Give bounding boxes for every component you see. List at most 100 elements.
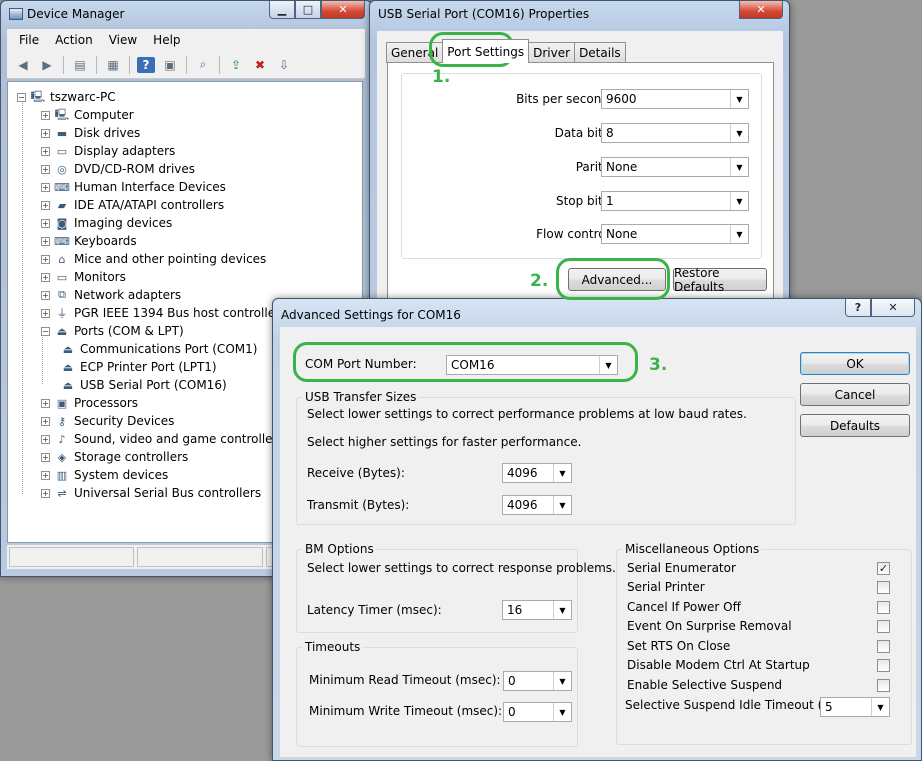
restore-defaults-button[interactable]: Restore Defaults (673, 266, 767, 294)
disk-icon: ▬ (56, 126, 68, 140)
tree-item-sound[interactable]: + ♪ Sound, video and game controllers (41, 430, 284, 448)
properties-caption-buttons: ✕ (739, 1, 783, 19)
close-button[interactable]: ✕ (739, 1, 783, 19)
tree-item-usb[interactable]: + ⇌ Universal Serial Bus controllers (41, 484, 261, 502)
stop-bits-select[interactable]: 1 ▼ (601, 191, 749, 211)
disable-icon[interactable]: ⇩ (275, 57, 293, 73)
back-icon[interactable]: ◀ (14, 57, 32, 73)
tree-item-ports[interactable]: − ⏏ Ports (COM & LPT) (41, 322, 184, 340)
annotation-highlight-com-port (293, 342, 638, 382)
uninstall-icon[interactable]: ✖ (251, 57, 269, 73)
tree-item-label: IDE ATA/ATAPI controllers (74, 198, 225, 212)
latency-select[interactable]: 16 ▼ (502, 600, 572, 620)
tree-item-monitors[interactable]: + ▭ Monitors (41, 268, 126, 286)
ok-button[interactable]: OK (800, 352, 910, 375)
tree-item-com16[interactable]: ⏏ USB Serial Port (COM16) (60, 376, 227, 394)
tree-item-ide[interactable]: + ▰ IDE ATA/ATAPI controllers (41, 196, 224, 214)
tab-details[interactable]: Details (574, 42, 626, 63)
expand-icon[interactable]: + (41, 272, 50, 282)
close-button[interactable]: ✕ (871, 299, 915, 317)
event-on-surprise-removal-checkbox[interactable] (877, 620, 890, 633)
collapse-icon[interactable]: − (41, 326, 50, 336)
usb-help-line-1: Select lower settings to correct perform… (307, 407, 747, 421)
expand-icon[interactable]: + (41, 164, 50, 174)
menu-file[interactable]: File (19, 33, 39, 47)
tree-item-disk-drives[interactable]: + ▬ Disk drives (41, 124, 140, 142)
cancel-if-power-off-checkbox[interactable] (877, 601, 890, 614)
tree-item-network[interactable]: + ⧉ Network adapters (41, 286, 181, 304)
tree-item-dvd-drives[interactable]: + ◎ DVD/CD-ROM drives (41, 160, 195, 178)
expand-icon[interactable]: + (41, 488, 50, 498)
disable-modem-ctrl-checkbox[interactable] (877, 659, 890, 672)
tree-item-storage[interactable]: + ◈ Storage controllers (41, 448, 188, 466)
stop-bits-value: 1 (606, 194, 614, 208)
tree-item-label: Sound, video and game controllers (74, 432, 284, 446)
expand-icon[interactable]: + (41, 110, 50, 120)
tree-item-com1[interactable]: ⏏ Communications Port (COM1) (60, 340, 258, 358)
data-bits-select[interactable]: 8 ▼ (601, 123, 749, 143)
transmit-select[interactable]: 4096 ▼ (502, 495, 572, 515)
help-icon[interactable]: ? (137, 56, 155, 73)
expand-icon[interactable]: + (41, 146, 50, 156)
flow-control-select[interactable]: None ▼ (601, 224, 749, 244)
idle-timeout-select[interactable]: 5 ▼ (820, 697, 890, 717)
tree-item-mice[interactable]: + ⌂ Mice and other pointing devices (41, 250, 266, 268)
tree-item-firewire[interactable]: + ⏚ PGR IEEE 1394 Bus host controllers (41, 304, 286, 322)
parity-select[interactable]: None ▼ (601, 157, 749, 177)
expand-icon[interactable]: + (41, 398, 50, 408)
display-icon: ▭ (56, 144, 68, 158)
cancel-button[interactable]: Cancel (800, 383, 910, 406)
expand-icon[interactable]: + (41, 236, 50, 246)
tree-root[interactable]: − 🖳 tszwarc-PC (17, 88, 116, 106)
close-button[interactable]: ✕ (321, 1, 365, 19)
tab-port-settings[interactable]: Port Settings (442, 39, 530, 63)
tree-item-label: System devices (74, 468, 169, 482)
menu-help[interactable]: Help (153, 33, 180, 47)
expand-icon[interactable]: + (41, 128, 50, 138)
bits-per-second-select[interactable]: 9600 ▼ (601, 89, 749, 109)
tree-item-imaging[interactable]: + ◙ Imaging devices (41, 214, 172, 232)
serial-enumerator-checkbox[interactable]: ✓ (877, 562, 890, 575)
tree-item-lpt1[interactable]: ⏏ ECP Printer Port (LPT1) (60, 358, 217, 376)
expand-icon[interactable]: + (41, 182, 50, 192)
expand-icon[interactable]: + (41, 308, 50, 318)
expand-icon[interactable]: + (41, 470, 50, 480)
menu-view[interactable]: View (109, 33, 137, 47)
tree-item-label: ECP Printer Port (LPT1) (80, 360, 217, 374)
min-read-timeout-select[interactable]: 0 ▼ (503, 671, 572, 691)
tree-item-computer[interactable]: + 🖳 Computer (41, 106, 134, 124)
set-rts-on-close-checkbox[interactable] (877, 640, 890, 653)
serial-printer-checkbox[interactable] (877, 581, 890, 594)
menu-action[interactable]: Action (55, 33, 93, 47)
forward-icon[interactable]: ▶ (38, 57, 56, 73)
receive-select[interactable]: 4096 ▼ (502, 463, 572, 483)
tree-item-system[interactable]: + ▥ System devices (41, 466, 168, 484)
view-icon[interactable]: ▣ (161, 57, 179, 73)
update-driver-icon[interactable]: ⇪ (227, 57, 245, 73)
scan-icon[interactable]: ⌕ (194, 57, 212, 73)
enable-selective-suspend-checkbox[interactable] (877, 679, 890, 692)
expand-icon[interactable]: + (41, 218, 50, 228)
show-hide-icon[interactable]: ▤ (71, 57, 89, 73)
help-button[interactable]: ? (845, 299, 871, 317)
min-write-timeout-select[interactable]: 0 ▼ (503, 702, 572, 722)
maximize-button[interactable]: □ (295, 1, 321, 19)
expand-icon[interactable]: + (41, 452, 50, 462)
tree-item-processors[interactable]: + ▣ Processors (41, 394, 138, 412)
expand-icon[interactable]: + (41, 254, 50, 264)
tab-driver[interactable]: Driver (528, 42, 576, 63)
tree-item-keyboards[interactable]: + ⌨ Keyboards (41, 232, 137, 250)
parity-value: None (606, 160, 638, 174)
expand-icon[interactable]: + (41, 200, 50, 210)
tree-item-security[interactable]: + ⚷ Security Devices (41, 412, 174, 430)
collapse-icon[interactable]: − (17, 92, 26, 102)
defaults-button[interactable]: Defaults (800, 414, 910, 437)
properties-icon[interactable]: ▦ (104, 57, 122, 73)
expand-icon[interactable]: + (41, 290, 50, 300)
usb-transfer-group: USB Transfer Sizes Select lower settings… (296, 390, 796, 525)
tree-item-display-adapters[interactable]: + ▭ Display adapters (41, 142, 175, 160)
expand-icon[interactable]: + (41, 434, 50, 444)
tree-item-hid[interactable]: + ⌨ Human Interface Devices (41, 178, 226, 196)
minimize-button[interactable]: ▁ (269, 1, 295, 19)
expand-icon[interactable]: + (41, 416, 50, 426)
